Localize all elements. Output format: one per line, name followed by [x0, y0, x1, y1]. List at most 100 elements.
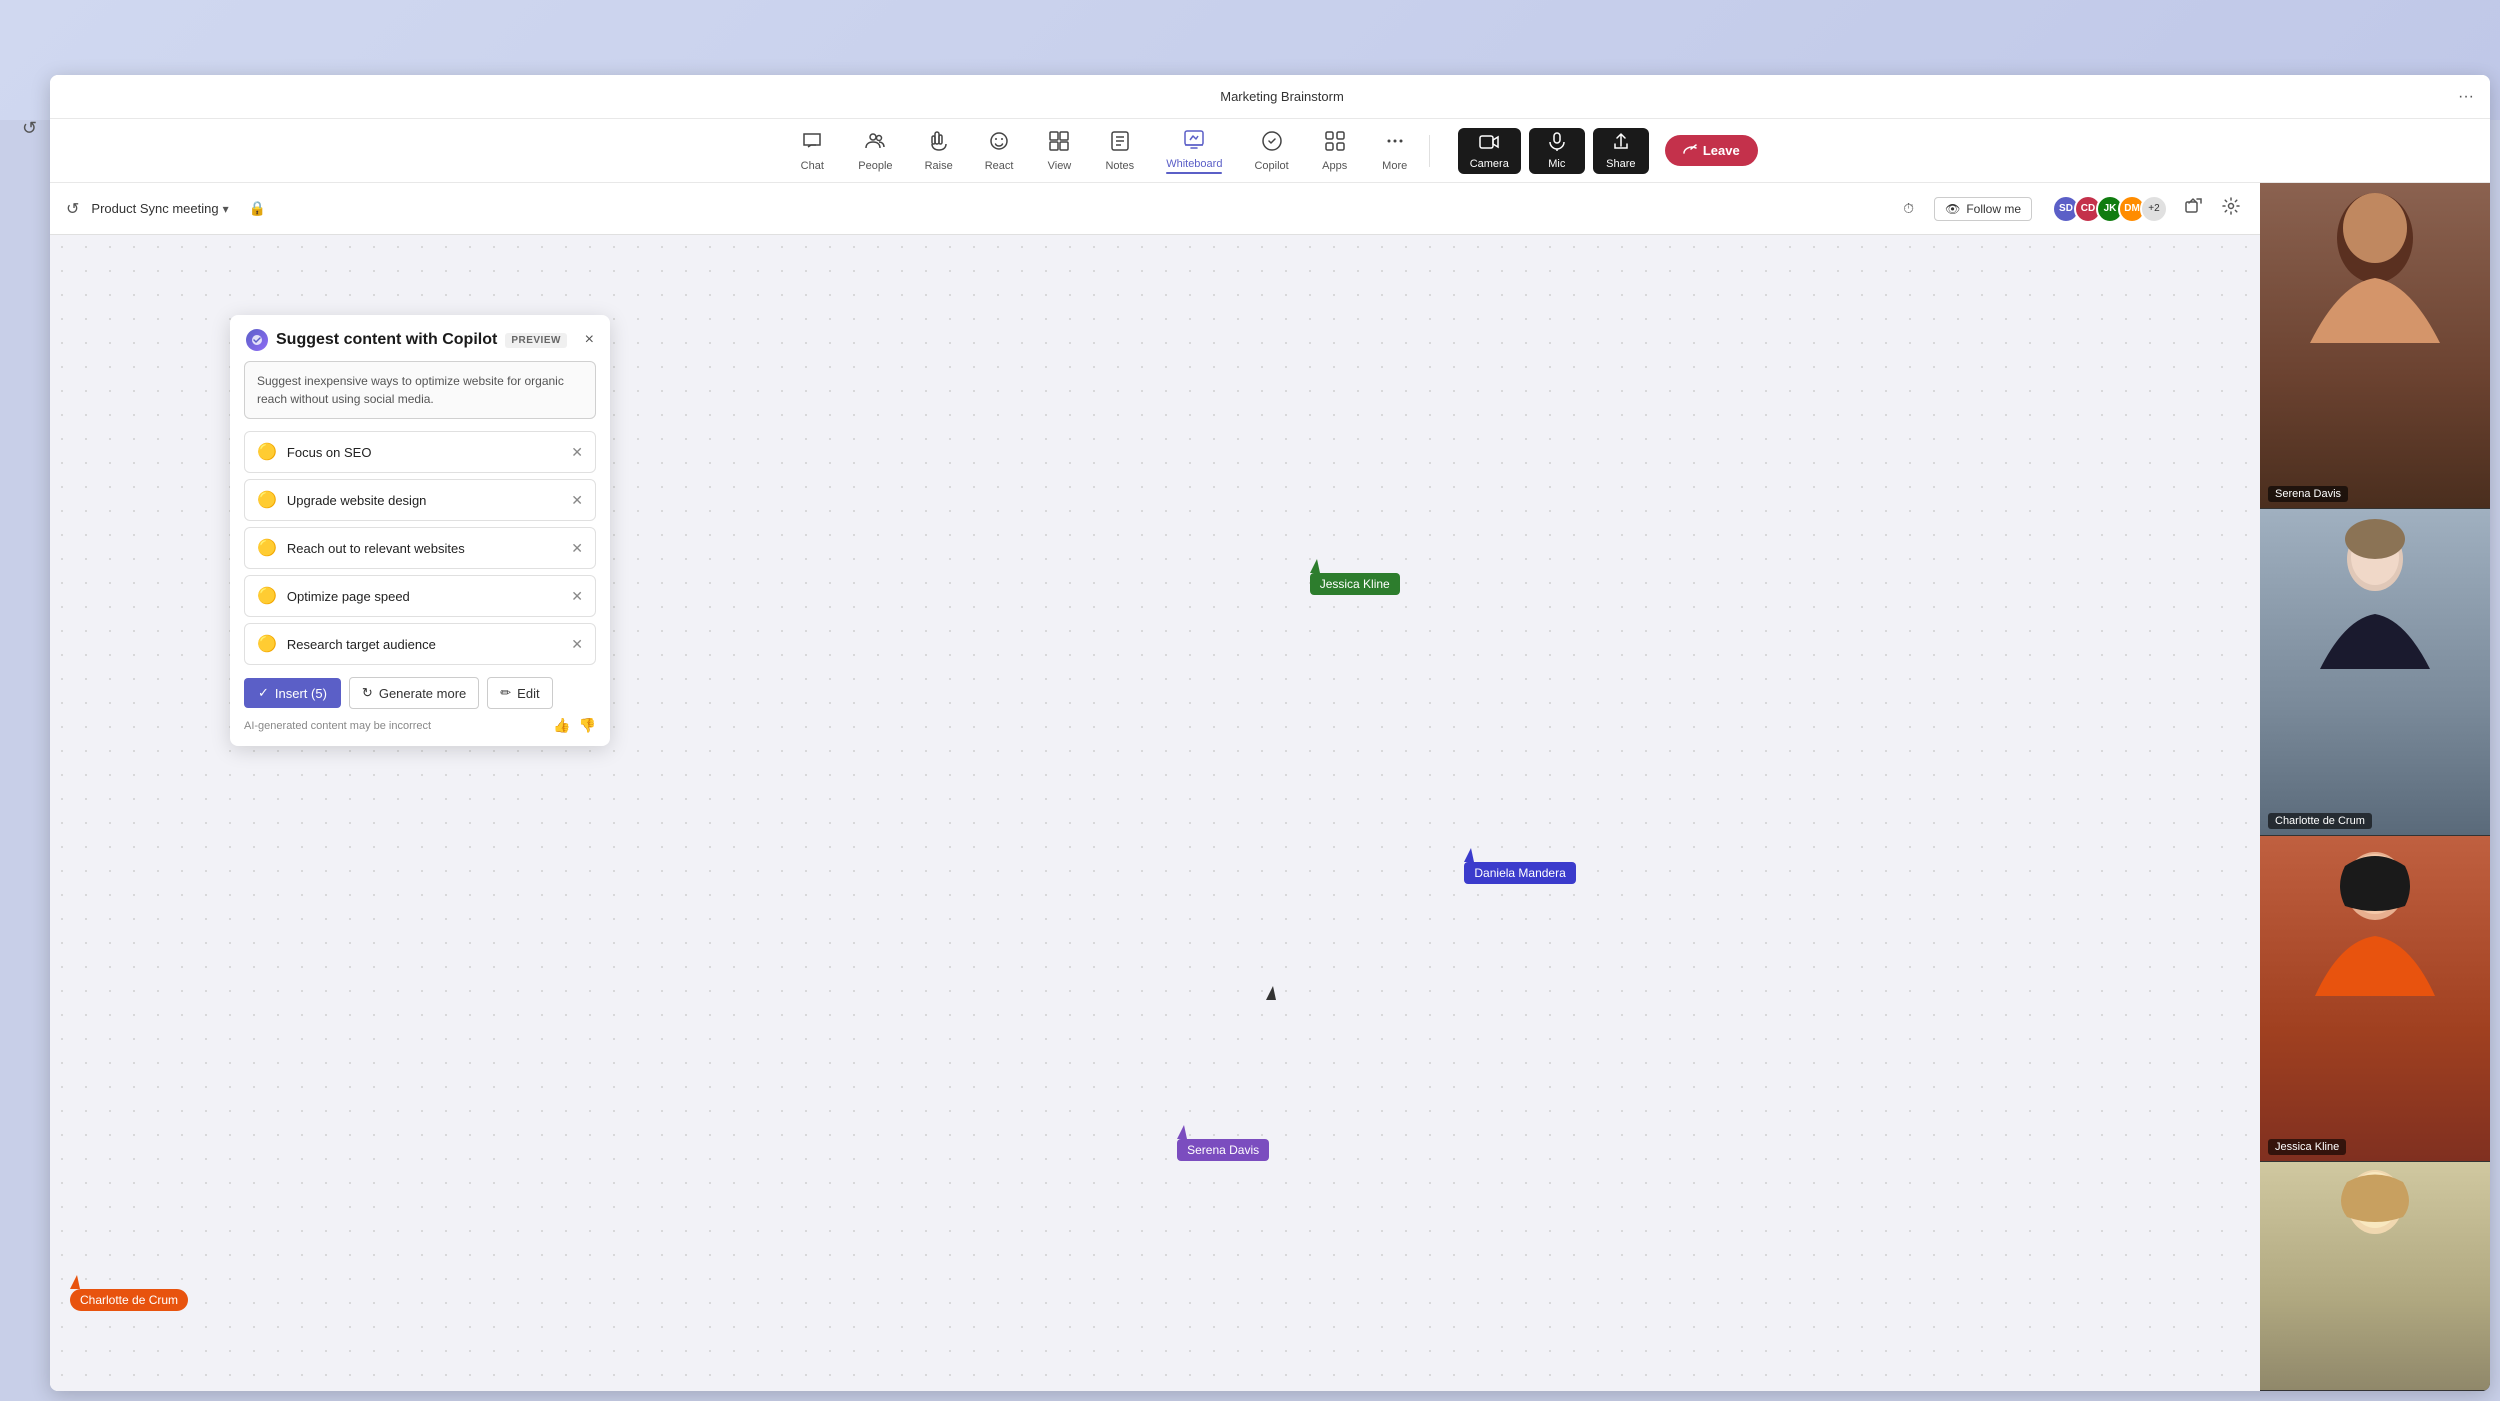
- chevron-down-icon: ▾: [223, 202, 229, 216]
- toolbar-item-raise[interactable]: Raise: [909, 126, 969, 176]
- cursor-charlotte: Charlotte de Crum: [70, 1275, 188, 1311]
- video-tile-serena: Serena Davis: [2260, 183, 2490, 509]
- chat-icon: [801, 130, 823, 158]
- check-icon: ✓: [258, 685, 269, 701]
- cursor-tag-jessica: Jessica Kline: [1310, 573, 1400, 595]
- video-name-serena: Serena Davis: [2268, 486, 2348, 502]
- edit-icon: ✏: [500, 685, 511, 701]
- sticky-icon-3: 🟡: [257, 538, 277, 558]
- person-silhouette-serena: [2260, 183, 2490, 343]
- copilot-panel: Suggest content with Copilot PREVIEW × S…: [230, 315, 610, 746]
- copilot-item-close-5[interactable]: ✕: [571, 636, 583, 653]
- people-label: People: [858, 160, 892, 172]
- generate-more-button[interactable]: ↻ Generate more: [349, 677, 479, 709]
- view-label: View: [1048, 160, 1072, 172]
- camera-label: Camera: [1470, 158, 1509, 170]
- preview-badge: PREVIEW: [505, 333, 567, 348]
- content-area: ↺ Product Sync meeting ▾ 🔒 ⏱ 👁 Follow me…: [50, 183, 2490, 1391]
- react-label: React: [985, 160, 1014, 172]
- back-button[interactable]: ↺: [66, 199, 79, 219]
- video-tile-jessica: Jessica Kline: [2260, 836, 2490, 1162]
- sticky-icon-2: 🟡: [257, 490, 277, 510]
- toolbar-item-react[interactable]: React: [969, 126, 1030, 176]
- wb-share-button[interactable]: [2180, 193, 2206, 224]
- whiteboard-icon: [1183, 128, 1205, 156]
- copilot-title: Suggest content with Copilot: [276, 331, 497, 349]
- copilot-icon: [246, 329, 268, 351]
- follow-me-icon: 👁: [1945, 202, 1960, 216]
- copilot-label: Copilot: [1254, 160, 1288, 172]
- lock-icon: 🔒: [249, 200, 266, 217]
- whiteboard-label: Whiteboard: [1166, 158, 1222, 170]
- meeting-name[interactable]: Product Sync meeting ▾: [91, 201, 228, 216]
- toolbar-item-chat[interactable]: Chat: [782, 126, 842, 176]
- leave-button[interactable]: Leave: [1665, 135, 1758, 166]
- window-title: Marketing Brainstorm: [1220, 89, 1344, 104]
- sticky-icon-5: 🟡: [257, 634, 277, 654]
- video-tile-4: [2260, 1162, 2490, 1391]
- mic-label: Mic: [1548, 158, 1565, 170]
- wb-settings-button[interactable]: [2218, 193, 2244, 224]
- cursor-tag-serena: Serena Davis: [1177, 1139, 1269, 1161]
- copilot-item-close-3[interactable]: ✕: [571, 540, 583, 557]
- more-label: More: [1382, 160, 1407, 172]
- share-icon: [1611, 132, 1631, 158]
- copilot-item-text-2: Upgrade website design: [287, 493, 561, 508]
- copilot-item-4[interactable]: 🟡 Optimize page speed ✕: [244, 575, 596, 617]
- whiteboard-toolbar: ↺ Product Sync meeting ▾ 🔒 ⏱ 👁 Follow me…: [50, 183, 2260, 235]
- cursor-jessica-kline: Jessica Kline: [1310, 559, 1400, 595]
- toolbar-item-copilot[interactable]: Copilot: [1238, 126, 1304, 176]
- copilot-item-2[interactable]: 🟡 Upgrade website design ✕: [244, 479, 596, 521]
- follow-me-button[interactable]: 👁 Follow me: [1934, 197, 2032, 221]
- thumbs-down-icon[interactable]: 👎: [579, 717, 596, 734]
- toolbar-item-people[interactable]: People: [842, 126, 908, 176]
- copilot-item-3[interactable]: 🟡 Reach out to relevant websites ✕: [244, 527, 596, 569]
- leave-phone-icon: [1683, 144, 1697, 158]
- timer-icon: ⏱: [1903, 200, 1914, 217]
- video-tile-charlotte: Charlotte de Crum: [2260, 509, 2490, 835]
- view-icon: [1048, 130, 1070, 158]
- whiteboard-canvas[interactable]: Jessica Kline Daniela Mandera: [50, 235, 2260, 1391]
- share-label: Share: [1606, 158, 1635, 170]
- copilot-close-button[interactable]: ×: [585, 331, 594, 349]
- window-more-button[interactable]: ···: [2458, 88, 2474, 106]
- main-toolbar: Chat People Rais: [50, 119, 2490, 183]
- toolbar-item-view[interactable]: View: [1029, 126, 1089, 176]
- copilot-item-5[interactable]: 🟡 Research target audience ✕: [244, 623, 596, 665]
- copilot-item-text-5: Research target audience: [287, 637, 561, 652]
- copilot-toolbar-icon: [1261, 130, 1283, 158]
- sticky-icon-4: 🟡: [257, 586, 277, 606]
- toolbar-item-more[interactable]: More: [1365, 126, 1425, 176]
- participant-avatars: SD CD JK DM +2: [2056, 195, 2168, 223]
- share-button[interactable]: Share: [1593, 128, 1649, 174]
- toolbar-item-apps[interactable]: Apps: [1305, 126, 1365, 176]
- toolbar-item-notes[interactable]: Notes: [1089, 126, 1150, 176]
- feedback-icons: 👍 👎: [553, 717, 596, 734]
- more-icon: [1384, 130, 1406, 158]
- cursor-arrow-serena: [1177, 1125, 1187, 1139]
- camera-button[interactable]: Camera: [1458, 128, 1521, 174]
- cursor-arrow-charlotte: [70, 1275, 80, 1289]
- copilot-item-1[interactable]: 🟡 Focus on SEO ✕: [244, 431, 596, 473]
- whiteboard-area: ↺ Product Sync meeting ▾ 🔒 ⏱ 👁 Follow me…: [50, 183, 2260, 1391]
- sticky-icon-1: 🟡: [257, 442, 277, 462]
- copilot-items-list: 🟡 Focus on SEO ✕ 🟡 Upgrade website desig…: [230, 431, 610, 665]
- thumbs-up-icon[interactable]: 👍: [553, 717, 570, 734]
- copilot-item-close-4[interactable]: ✕: [571, 588, 583, 605]
- video-name-jessica: Jessica Kline: [2268, 1139, 2346, 1155]
- react-icon: [988, 130, 1010, 158]
- camera-icon: [1479, 132, 1499, 158]
- copilot-item-close-1[interactable]: ✕: [571, 444, 583, 461]
- notes-label: Notes: [1105, 160, 1134, 172]
- toolbar-item-whiteboard[interactable]: Whiteboard: [1150, 124, 1238, 178]
- copilot-item-close-2[interactable]: ✕: [571, 492, 583, 509]
- edit-button[interactable]: ✏ Edit: [487, 677, 552, 709]
- insert-button[interactable]: ✓ Insert (5): [244, 678, 341, 708]
- chat-label: Chat: [801, 160, 824, 172]
- notes-icon: [1109, 130, 1131, 158]
- refresh-button[interactable]: ↺: [22, 118, 37, 139]
- mic-button[interactable]: Mic: [1529, 128, 1585, 174]
- cursor-anonymous: [1266, 986, 1276, 1000]
- copilot-item-text-1: Focus on SEO: [287, 445, 561, 460]
- copilot-header: Suggest content with Copilot PREVIEW ×: [230, 315, 610, 361]
